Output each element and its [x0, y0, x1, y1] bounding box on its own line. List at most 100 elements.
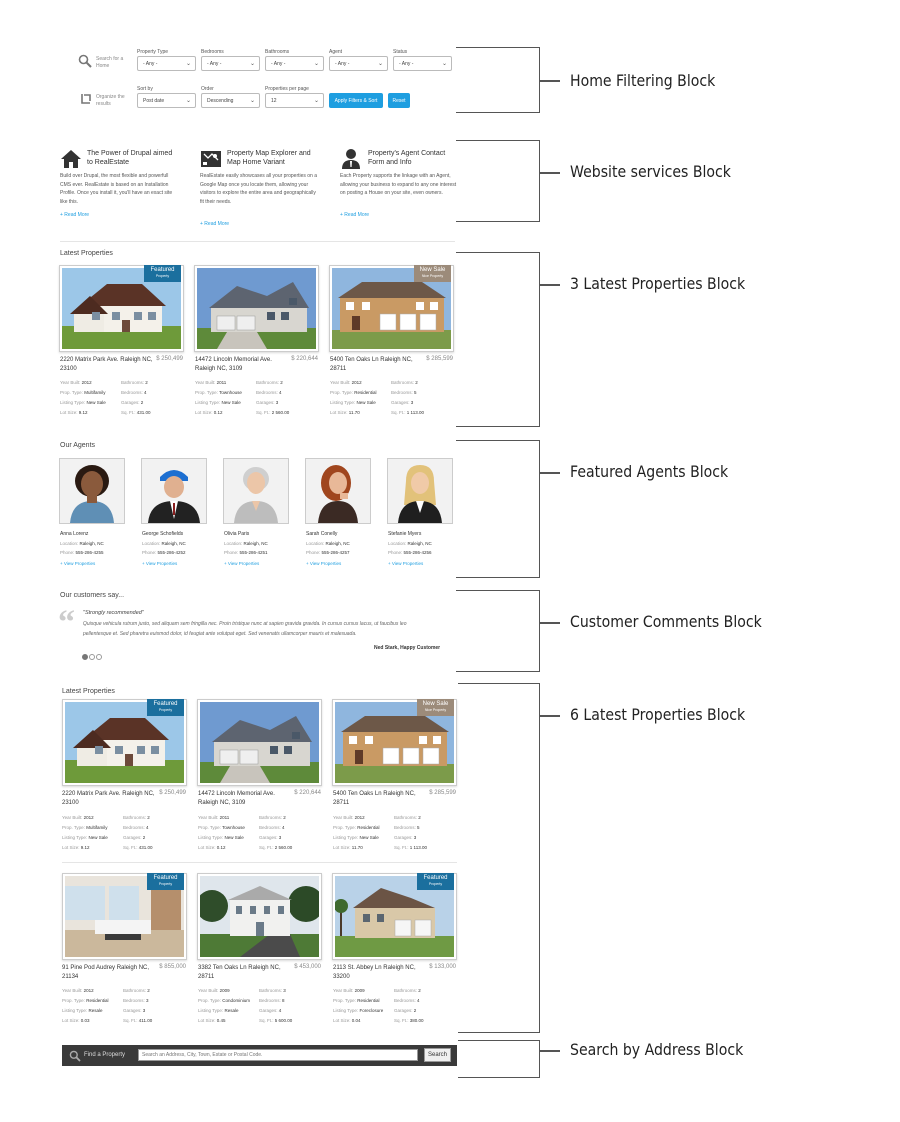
slider-dot[interactable]: [89, 654, 95, 660]
organize-results-label: Organize the results: [96, 94, 125, 107]
quote-icon: “: [58, 604, 75, 641]
annotation-label: Website services Block: [570, 162, 731, 181]
address-search-input[interactable]: [138, 1049, 418, 1061]
spec-bathrooms: Bathrooms: 2: [394, 988, 421, 993]
agent-photo[interactable]: [387, 458, 453, 524]
badge-label: New Sale: [422, 701, 449, 707]
sort-by-select[interactable]: Post date ⌄: [137, 93, 196, 108]
property-photo[interactable]: Featured Property: [332, 873, 457, 960]
spec-lot: Lot Size: 9.12: [62, 845, 90, 850]
bedrooms-value: - Any -: [207, 61, 222, 67]
new-sale-badge: New Sale Nice Property: [414, 265, 451, 282]
spec-sqft: Sq. Ft.: 1 113.00: [394, 845, 427, 850]
spec-type: Prop. Type: Multifamily: [62, 825, 108, 830]
order-select[interactable]: Descending ⌄: [201, 93, 260, 108]
view-properties-link[interactable]: + View Properties: [142, 561, 177, 566]
agent-photo[interactable]: [59, 458, 125, 524]
property-price: $ 453,000: [294, 964, 321, 970]
featured-badge: Featured Property: [147, 873, 184, 890]
badge-sub: Nice Property: [421, 274, 444, 278]
property-photo[interactable]: [197, 873, 322, 960]
chevron-down-icon: ⌄: [249, 61, 255, 67]
annotation-connector: [540, 622, 560, 624]
annotation-bracket: [458, 1040, 540, 1078]
divider: [60, 241, 455, 242]
quote-author: Ned Stark, Happy Customer: [374, 645, 441, 651]
slider-dot-active[interactable]: [82, 654, 88, 660]
search-icon: [69, 1049, 81, 1067]
annotation-bracket: [456, 252, 540, 427]
spec-listing: Listing Type: New Sale: [60, 400, 106, 405]
search-button[interactable]: Search: [424, 1048, 451, 1062]
status-select[interactable]: - Any - ⌄: [393, 56, 452, 71]
property-photo[interactable]: [197, 699, 322, 786]
slider-dot[interactable]: [96, 654, 102, 660]
per-page-value: 12: [271, 98, 277, 104]
property-photo[interactable]: New Sale Nice Property: [332, 699, 457, 786]
property-type-select[interactable]: - Any - ⌄: [137, 56, 196, 71]
annotation-label: 3 Latest Properties Block: [570, 274, 746, 293]
chevron-down-icon: ⌄: [185, 98, 191, 104]
bedrooms-select[interactable]: - Any - ⌄: [201, 56, 260, 71]
spec-bedrooms: Bedrooms: 5: [391, 390, 417, 395]
chevron-down-icon: ⌄: [313, 98, 319, 104]
annotation-bracket: [456, 590, 540, 672]
reset-button[interactable]: Reset: [388, 93, 410, 108]
spec-listing: Listing Type: Resale: [198, 1008, 239, 1013]
property-price: $ 285,599: [426, 356, 453, 362]
agent-label: Agent: [329, 49, 343, 55]
agent-select[interactable]: - Any - ⌄: [329, 56, 388, 71]
spec-type: Prop. Type: Residential: [330, 390, 377, 395]
agent-name: Sarah Conelly: [306, 531, 338, 537]
spec-lot: Lot Size: 9.12: [60, 410, 88, 415]
spec-sqft: Sq. Ft.: 431.00: [121, 410, 151, 415]
per-page-label: Properties per page: [265, 86, 309, 92]
property-photo[interactable]: Featured Property: [62, 873, 187, 960]
agent-photo[interactable]: [305, 458, 371, 524]
featured-badge: Featured Property: [144, 265, 181, 282]
spec-type: Prop. Type: Multifamily: [60, 390, 106, 395]
per-page-select[interactable]: 12 ⌄: [265, 93, 324, 108]
property-photo[interactable]: Featured Property: [62, 699, 187, 786]
quote-text: Quisque vehicula rutrum justo, sed aliqu…: [83, 621, 407, 627]
view-properties-link[interactable]: + View Properties: [388, 561, 423, 566]
spec-listing: Listing Type: Foreclosure: [333, 1008, 384, 1013]
read-more-link[interactable]: + Read More: [340, 212, 369, 218]
order-label: Order: [201, 86, 214, 92]
spec-year: Year Built: 2012: [330, 380, 362, 385]
agent-location: Location: Raleigh, NC: [60, 541, 104, 546]
badge-sub: Property: [158, 882, 173, 886]
spec-sqft: Sq. Ft.: 411.00: [123, 1018, 153, 1023]
property-photo[interactable]: New Sale Nice Property: [329, 265, 454, 352]
property-price: $ 220,644: [291, 356, 318, 362]
agent-phone: Phone: 555-286-4252: [142, 550, 186, 555]
spec-lot: Lot Size: 0.03: [62, 1018, 90, 1023]
agent-phone: Phone: 555-286-4257: [306, 550, 350, 555]
annotation-label: Search by Address Block: [570, 1040, 744, 1059]
agent-photo[interactable]: [141, 458, 207, 524]
spec-sqft: Sq. Ft.: 380.00: [394, 1018, 424, 1023]
spec-year: Year Built: 2011: [198, 815, 230, 820]
spec-listing: Listing Type: New Sale: [198, 835, 244, 840]
property-photo[interactable]: Featured Property: [59, 265, 184, 352]
map-icon: [200, 148, 222, 170]
read-more-link[interactable]: + Read More: [60, 212, 89, 218]
property-photo[interactable]: [194, 265, 319, 352]
spec-bedrooms: Bedrooms: 5: [394, 825, 420, 830]
quote-text: pellentesque et. Sed pharetra euismod do…: [83, 631, 357, 637]
agent-location: Location: Raleigh, NC: [224, 541, 268, 546]
bathrooms-select[interactable]: - Any - ⌄: [265, 56, 324, 71]
annotation-label: Home Filtering Block: [570, 71, 716, 90]
agent-location: Location: Raleigh, NC: [388, 541, 432, 546]
chevron-down-icon: ⌄: [249, 98, 255, 104]
spec-lot: Lot Size: 0.45: [198, 1018, 226, 1023]
property-price: $ 855,000: [159, 964, 186, 970]
apply-filters-button[interactable]: Apply Filters & Sort: [329, 93, 383, 108]
featured-badge: Featured Property: [417, 873, 454, 890]
view-properties-link[interactable]: + View Properties: [306, 561, 341, 566]
read-more-link[interactable]: + Read More: [200, 221, 229, 227]
view-properties-link[interactable]: + View Properties: [60, 561, 95, 566]
annotation-label: Customer Comments Block: [570, 612, 762, 631]
agent-photo[interactable]: [223, 458, 289, 524]
view-properties-link[interactable]: + View Properties: [224, 561, 259, 566]
